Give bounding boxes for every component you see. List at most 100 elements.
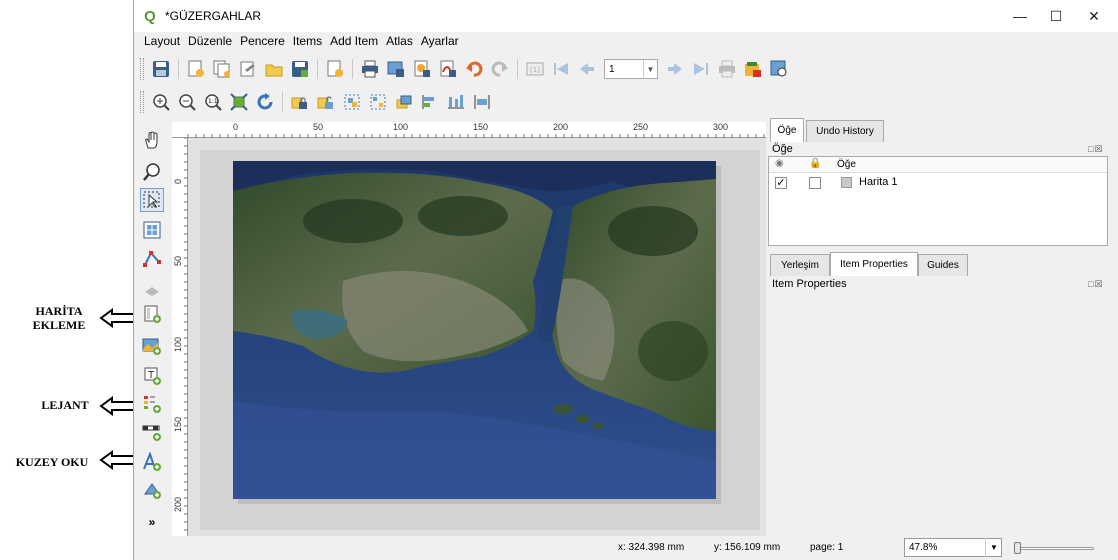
vruler-label-50: 50 <box>173 255 183 266</box>
atlas-previous-icon[interactable] <box>576 58 598 80</box>
unlock-items-icon[interactable] <box>315 91 337 113</box>
item-lock-checkbox[interactable] <box>809 177 821 189</box>
navigation-toolbar: 1:1 <box>134 85 1118 119</box>
atlas-preview-icon[interactable]: [1] <box>524 58 546 80</box>
item-properties-title: Item Properties <box>772 278 847 290</box>
zoom-out-icon[interactable] <box>176 91 198 113</box>
zoom-full-icon[interactable] <box>228 91 250 113</box>
annotation-harita-ekleme: HARİTA EKLEME <box>22 304 96 332</box>
vruler-label-100: 100 <box>173 336 183 352</box>
panel-float-close-icons[interactable]: □☒ <box>1088 144 1104 155</box>
ruler-label-250: 250 <box>633 122 649 132</box>
zoom-value: 47.8% <box>909 542 938 553</box>
atlas-last-icon[interactable] <box>690 58 712 80</box>
minimize-button[interactable]: — <box>1002 0 1038 32</box>
zoom-slider[interactable] <box>1014 547 1094 550</box>
export-image-icon[interactable] <box>385 58 407 80</box>
zoom-in-icon[interactable] <box>150 91 172 113</box>
resize-icon[interactable] <box>471 91 493 113</box>
more-tools-icon[interactable]: » <box>140 510 164 534</box>
refresh-icon[interactable] <box>254 91 276 113</box>
distribute-icon[interactable] <box>445 91 467 113</box>
item-visible-checkbox[interactable]: ✓ <box>775 177 787 189</box>
annotation-harita-line2: EKLEME <box>32 318 86 332</box>
annotation-harita-line1: HARİTA <box>35 304 83 318</box>
map-item-harita-1[interactable] <box>233 161 716 499</box>
items-panel-title: Öğe <box>772 143 793 155</box>
maximize-button[interactable]: ☐ <box>1038 0 1074 32</box>
chevron-down-icon[interactable]: ▼ <box>643 60 657 78</box>
edit-nodes-tool-icon[interactable] <box>140 246 164 270</box>
add-map-icon[interactable] <box>140 302 164 326</box>
zoom-actual-icon[interactable]: 1:1 <box>202 91 224 113</box>
print-icon[interactable] <box>359 58 381 80</box>
lock-items-icon[interactable] <box>289 91 311 113</box>
atlas-next-icon[interactable] <box>664 58 686 80</box>
tab-undo-history[interactable]: Undo History <box>806 120 884 142</box>
svg-text:1:1: 1:1 <box>208 98 218 105</box>
atlas-page-select[interactable]: 1 ▼ <box>604 59 658 79</box>
menu-add-item[interactable]: Add Item <box>330 34 378 48</box>
chevron-down-icon[interactable]: ▼ <box>985 538 1002 557</box>
menu-layout[interactable]: Layout <box>144 34 180 48</box>
qgis-layout-window: Q *GÜZERGAHLAR — ☐ ✕ Layout Düzenle Penc… <box>133 0 1118 560</box>
side-panel: Öğe Undo History Öğe □☒ ◉ 🔒 Öğe ✓ Harita… <box>768 116 1118 536</box>
props-float-close-icons[interactable]: □☒ <box>1088 279 1104 290</box>
tab-guides[interactable]: Guides <box>918 254 968 276</box>
atlas-export-icon[interactable] <box>742 58 764 80</box>
ungroup-items-icon[interactable] <box>367 91 389 113</box>
tab-yerlesim[interactable]: Yerleşim <box>770 254 830 276</box>
redo-icon[interactable] <box>489 58 511 80</box>
layout-manager-icon[interactable] <box>237 58 259 80</box>
tab-oge[interactable]: Öğe <box>770 118 804 142</box>
add-picture-icon[interactable] <box>140 334 164 358</box>
export-svg-icon[interactable] <box>411 58 433 80</box>
ruler-label-150: 150 <box>473 122 489 132</box>
save-as-template-icon[interactable] <box>289 58 311 80</box>
new-layout-icon[interactable] <box>185 58 207 80</box>
open-folder-icon[interactable] <box>263 58 285 80</box>
ruler-label-200: 200 <box>553 122 569 132</box>
group-items-icon[interactable] <box>341 91 363 113</box>
export-pdf-icon[interactable] <box>437 58 459 80</box>
menu-bar: Layout Düzenle Pencere Items Add Item At… <box>134 32 1118 50</box>
align-left-icon[interactable] <box>419 91 441 113</box>
toolbar-grip[interactable] <box>140 58 144 80</box>
title-bar: Q *GÜZERGAHLAR — ☐ ✕ <box>134 0 1118 32</box>
annotation-kuzey-oku: KUZEY OKU <box>15 455 89 469</box>
add-legend-icon[interactable] <box>140 392 164 416</box>
menu-ayarlar[interactable]: Ayarlar <box>421 34 459 48</box>
layout-canvas[interactable]: 0 50 100 150 200 250 300 0 50 100 150 20… <box>172 122 766 536</box>
move-content-tool-icon[interactable] <box>140 218 164 242</box>
menu-atlas[interactable]: Atlas <box>386 34 413 48</box>
atlas-settings-icon[interactable] <box>768 58 790 80</box>
menu-items[interactable]: Items <box>293 34 322 48</box>
raise-items-icon[interactable] <box>393 91 415 113</box>
add-scalebar-icon[interactable] <box>140 420 164 444</box>
horizontal-ruler: 0 50 100 150 200 250 300 <box>172 122 766 138</box>
undo-icon[interactable] <box>463 58 485 80</box>
vruler-label-0: 0 <box>173 178 183 184</box>
add-pages-icon[interactable] <box>324 58 346 80</box>
atlas-first-icon[interactable] <box>550 58 572 80</box>
atlas-print-icon[interactable] <box>716 58 738 80</box>
menu-duzenle[interactable]: Düzenle <box>188 34 232 48</box>
close-button[interactable]: ✕ <box>1076 0 1112 32</box>
item-name: Harita 1 <box>859 176 898 188</box>
add-shape-icon[interactable] <box>140 478 164 502</box>
zoom-slider-handle[interactable] <box>1014 542 1021 554</box>
pan-tool-icon[interactable] <box>140 128 164 152</box>
menu-pencere[interactable]: Pencere <box>240 34 285 48</box>
add-label-icon[interactable]: T <box>140 364 164 388</box>
tab-item-properties[interactable]: Item Properties <box>830 252 918 276</box>
add-3d-map-icon[interactable] <box>140 276 164 300</box>
duplicate-layout-icon[interactable] <box>211 58 233 80</box>
add-north-arrow-icon[interactable] <box>140 450 164 474</box>
zoom-tool-icon[interactable] <box>140 160 164 184</box>
annotation-lejant: LEJANT <box>41 398 89 412</box>
items-list[interactable]: ◉ 🔒 Öğe ✓ Harita 1 <box>768 156 1108 246</box>
toolbar-grip[interactable] <box>140 91 144 113</box>
list-item[interactable]: ✓ Harita 1 <box>769 175 1107 191</box>
select-move-tool-icon[interactable] <box>140 188 164 212</box>
save-layout-icon[interactable] <box>150 58 172 80</box>
